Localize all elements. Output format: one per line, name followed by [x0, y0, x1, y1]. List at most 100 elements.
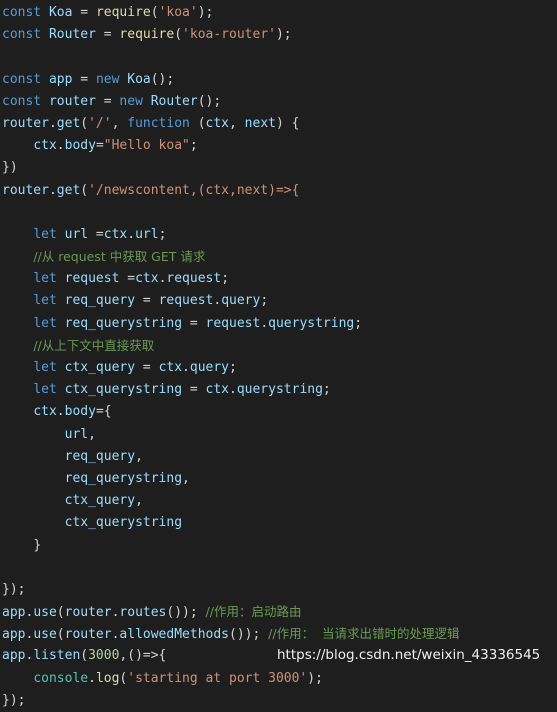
- code-token-string: "Hello koa": [103, 138, 190, 154]
- code-token-ident: listen: [33, 648, 81, 664]
- code-token-keyword: new: [119, 93, 143, 109]
- code-token-ident: use: [33, 605, 57, 621]
- code-token-punct: .: [213, 293, 222, 309]
- code-token-func: require: [95, 5, 151, 20]
- code-line: url,: [0, 424, 557, 446]
- code-token-ident: Router: [48, 27, 96, 43]
- code-token-keyword: let: [33, 271, 57, 287]
- code-token-ident: router: [64, 627, 112, 643]
- code-token-ident: ctx_query: [64, 360, 136, 375]
- code-line: const Router = require('koa-router');: [0, 24, 557, 46]
- code-line: const app = new Koa();: [0, 69, 557, 91]
- code-token-operator: =: [142, 360, 151, 375]
- code-token-punct: .: [182, 360, 190, 375]
- code-token-string: '/': [88, 115, 112, 131]
- code-token-keyword: new: [95, 71, 120, 87]
- code-token-ident: ctx_querystring: [64, 515, 183, 531]
- code-token-punct: );: [275, 27, 292, 43]
- code-token-keyword: const: [2, 93, 42, 109]
- code-token-ident: get: [56, 182, 81, 198]
- code-line: app.use(router.allowedMethods()); //作用： …: [0, 623, 557, 645]
- code-token-punct: ,: [135, 493, 143, 509]
- code-line: let request =ctx.request;: [0, 268, 557, 290]
- code-line: let ctx_query = ctx.query;: [0, 357, 557, 379]
- code-token-class: console: [33, 670, 89, 686]
- code-token-operator: =: [80, 71, 89, 87]
- code-token-punct: );: [307, 670, 323, 686]
- code-line: app.use(router.routes()); //作用：启动路由: [0, 601, 557, 623]
- code-editor-surface[interactable]: const Koa = require('koa'); const Router …: [0, 0, 557, 708]
- code-token-ident: request: [205, 315, 261, 331]
- code-token-operator: =: [142, 293, 151, 309]
- code-token-punct: }: [33, 537, 42, 553]
- code-token-comment: //作用： 当请求出错时的处理逻辑: [268, 626, 460, 642]
- code-token-ident: router: [2, 182, 49, 198]
- code-token-punct: });: [2, 581, 26, 597]
- code-token-ident: next: [244, 115, 276, 131]
- code-line: let url =ctx.url;: [0, 224, 557, 246]
- code-token-ident: ctx: [103, 226, 128, 242]
- code-token-punct: ,: [182, 470, 190, 486]
- code-line: ctx_query,: [0, 490, 557, 512]
- code-token-string: '/newscontent,(ctx,next)=>{: [88, 182, 300, 198]
- code-token-punct: ;: [260, 293, 269, 309]
- code-token-ident: ctx_query: [64, 493, 136, 509]
- code-token-keyword: const: [2, 5, 42, 20]
- code-token-operator: =: [88, 226, 104, 242]
- code-line: ctx.body="Hello koa";: [0, 135, 557, 157]
- code-token-ident: req_query: [64, 293, 136, 309]
- code-token-string: 'starting at port 3000': [127, 670, 308, 686]
- code-token-punct: ;: [221, 271, 230, 287]
- code-token-punct: ,: [135, 448, 143, 464]
- code-token-ident: ctx_querystring: [64, 382, 183, 398]
- code-token-ident: Koa: [48, 5, 73, 20]
- code-token-keyword: const: [2, 27, 42, 43]
- code-token-punct: (: [56, 605, 65, 621]
- code-token-comment: //从 request 中获取 GET 请求: [33, 249, 206, 265]
- code-token-keyword: let: [33, 315, 57, 331]
- code-token-ident: url: [64, 226, 89, 242]
- code-token-ident: request: [64, 271, 120, 287]
- code-token-punct: .: [127, 226, 136, 242]
- code-token-ident: url: [64, 426, 89, 442]
- code-token-punct: ;: [354, 315, 363, 331]
- code-line: router.get('/newscontent,(ctx,next)=>{: [0, 180, 557, 202]
- code-token-punct: ,: [88, 426, 96, 442]
- code-line: //从 request 中获取 GET 请求: [0, 246, 557, 268]
- code-token-ident: query: [189, 360, 230, 375]
- code-token-punct: ());: [166, 605, 198, 621]
- code-token-punct: (: [80, 115, 89, 131]
- code-token-ident: req_query: [64, 448, 136, 464]
- code-token-punct: ) {: [275, 115, 300, 131]
- code-line: console.log('starting at port 3000');: [0, 668, 557, 690]
- code-token-operator: =: [189, 315, 198, 331]
- code-line: }): [0, 157, 557, 179]
- code-token-ident: ctx: [33, 404, 57, 420]
- code-line: });: [0, 690, 557, 712]
- code-token-punct: }): [2, 160, 18, 176]
- code-line: router.get('/', function (ctx, next) {: [0, 113, 557, 135]
- code-token-punct: .: [229, 382, 237, 398]
- code-token-ident: Router: [150, 93, 198, 109]
- code-token-punct: .: [48, 115, 57, 131]
- code-token-punct: ,: [111, 115, 128, 131]
- code-token-string: 'koa': [158, 5, 198, 20]
- code-token-ident: request: [166, 271, 222, 287]
